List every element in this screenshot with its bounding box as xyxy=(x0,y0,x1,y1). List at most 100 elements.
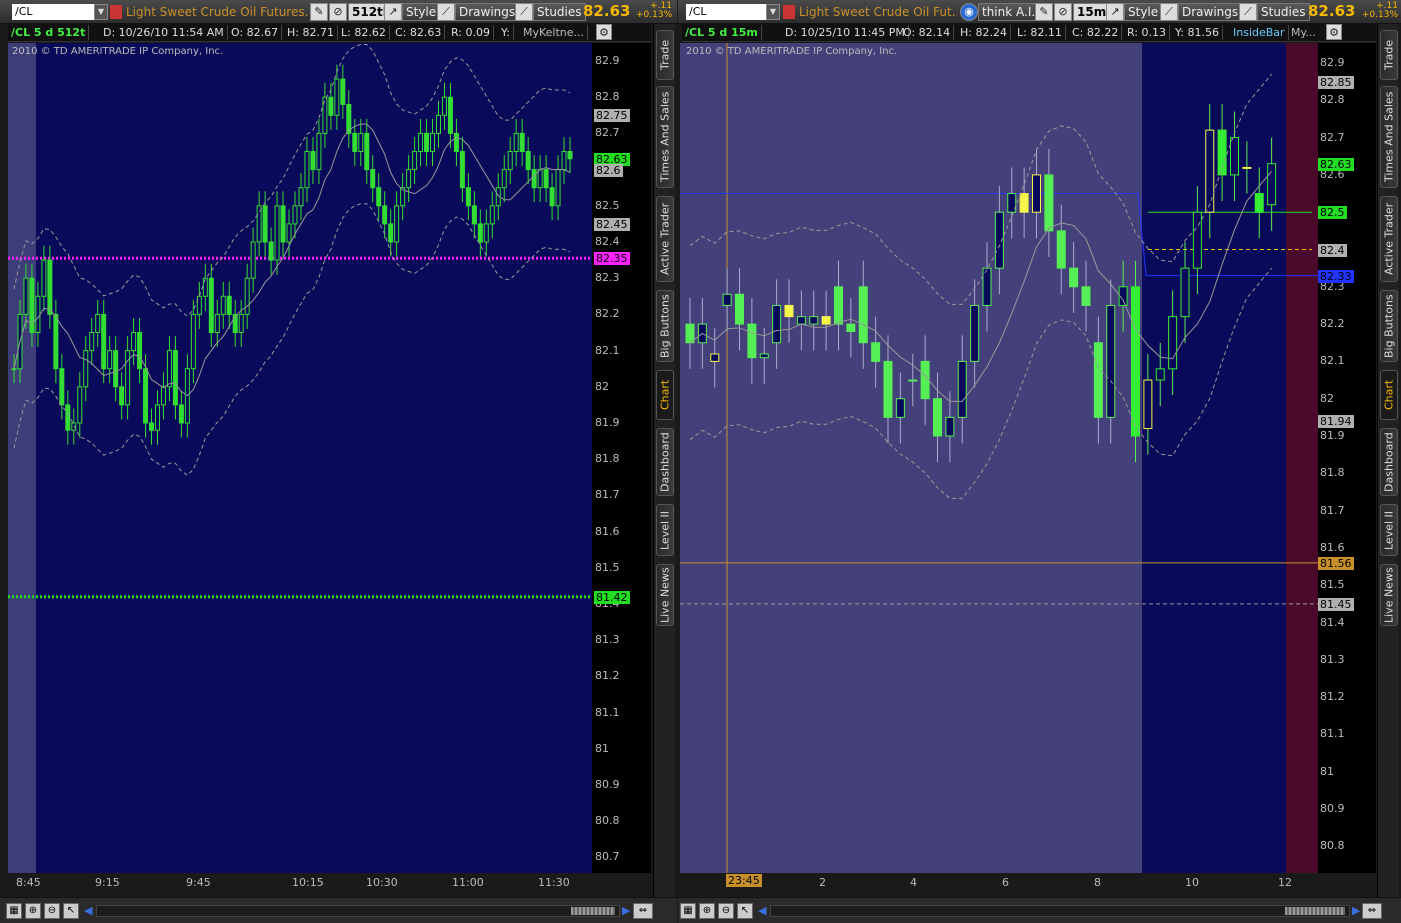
layout-icon[interactable]: ▦ xyxy=(680,903,696,919)
horizontal-scrollbar[interactable] xyxy=(96,905,620,917)
drawings-icon[interactable]: ⟋ xyxy=(1160,3,1178,21)
studies-icon[interactable]: ⟋ xyxy=(515,3,533,21)
expand-icon[interactable]: ⇔ xyxy=(633,903,653,919)
cursor-icon[interactable]: ↖ xyxy=(737,903,753,919)
studies-icon[interactable]: ⟋ xyxy=(1239,3,1257,21)
inside-bar-candle xyxy=(1143,379,1153,430)
bar-y: Y: 81.56 xyxy=(1172,25,1223,40)
price-marker-tag: 82.5 xyxy=(1318,206,1347,220)
candle-body xyxy=(178,404,184,424)
drawings-button[interactable]: Drawings xyxy=(1178,3,1243,21)
sidebar-tab-big-buttons[interactable]: Big Buttons xyxy=(1380,290,1398,362)
candle-body xyxy=(447,96,453,134)
link-icon[interactable] xyxy=(783,5,795,19)
candle-body xyxy=(149,422,155,431)
expand-icon[interactable]: ⇔ xyxy=(1362,903,1382,919)
zoom-out-icon[interactable]: ⊖ xyxy=(44,903,60,919)
style-button[interactable]: Style xyxy=(1124,3,1163,21)
scroll-thumb[interactable] xyxy=(571,907,615,915)
style-icon[interactable]: ↗ xyxy=(1106,3,1124,21)
drawings-icon[interactable]: ⟋ xyxy=(437,3,455,21)
link-icon[interactable] xyxy=(110,5,122,19)
layout-icon[interactable]: ▦ xyxy=(6,903,22,919)
zoom-out-icon[interactable]: ⊖ xyxy=(718,903,734,919)
magnet-icon[interactable]: ⊘ xyxy=(329,3,347,21)
price-change: +.11 +0.13% xyxy=(636,2,672,20)
right-chart-area[interactable] xyxy=(680,43,1376,873)
sidebar-tab-live-news[interactable]: Live News xyxy=(1380,564,1398,626)
sidebar-tab-dashboard[interactable]: Dashboard xyxy=(656,428,674,496)
sidebar-tab-dashboard[interactable]: Dashboard xyxy=(1380,428,1398,496)
candle-body xyxy=(131,332,137,352)
zoom-in-icon[interactable]: ⊕ xyxy=(25,903,41,919)
crosshair-icon[interactable]: ✎ xyxy=(1035,3,1053,21)
bar-y: Y: xyxy=(498,25,514,40)
sidebar-tab-active-trader[interactable]: Active Trader xyxy=(1380,196,1398,282)
candle-body xyxy=(735,293,744,325)
magnet-icon[interactable]: ⊘ xyxy=(1054,3,1072,21)
left-toolbar: /CL ▼ Light Sweet Crude Oil Futures... ✎… xyxy=(0,0,677,24)
chart-settings-icon[interactable]: ⚙ xyxy=(1326,24,1342,40)
sidebar-tab-big-buttons[interactable]: Big Buttons xyxy=(656,290,674,362)
left-chart-area[interactable] xyxy=(8,43,651,873)
symbol-input[interactable]: /CL xyxy=(686,4,766,20)
inside-bar-candle xyxy=(1205,129,1215,213)
study-label-insidebar[interactable]: InsideBar xyxy=(1230,25,1289,40)
sidebar-tab-trade[interactable]: Trade xyxy=(1380,30,1398,80)
chart-settings-icon[interactable]: ⚙ xyxy=(596,24,612,40)
symbol-dropdown-icon[interactable]: ▼ xyxy=(94,4,108,20)
sidebar-tab-times-and-sales[interactable]: Times And Sales xyxy=(656,86,674,188)
inside-bar-candle xyxy=(784,304,794,318)
price-axis-label: 80.8 xyxy=(1320,839,1345,853)
think-ai-button[interactable]: think A.I. xyxy=(978,3,1040,21)
cursor-icon[interactable]: ↖ xyxy=(63,903,79,919)
price-axis-label: 82.9 xyxy=(1320,56,1345,69)
study-label[interactable]: MyKeltne... xyxy=(520,25,589,40)
scroll-right-icon[interactable]: ▶ xyxy=(622,904,630,917)
candle-body xyxy=(430,132,436,153)
candle-body xyxy=(1069,267,1079,288)
price-axis-label: 81.9 xyxy=(595,416,620,429)
sidebar-tab-live-news[interactable]: Live News xyxy=(656,564,674,626)
price-axis-label: 82.3 xyxy=(595,271,620,285)
candle-body xyxy=(292,205,298,225)
style-button[interactable]: Style xyxy=(402,3,441,21)
candle-body xyxy=(280,205,286,243)
scroll-right-icon[interactable]: ▶ xyxy=(1352,904,1360,917)
style-icon[interactable]: ↗ xyxy=(384,3,402,21)
candle-body xyxy=(513,132,519,153)
horizontal-scrollbar[interactable] xyxy=(770,905,1350,917)
sidebar-tab-chart[interactable]: Chart xyxy=(656,370,674,420)
candle-body xyxy=(1131,286,1140,437)
drawings-button[interactable]: Drawings xyxy=(455,3,520,21)
price-change: +.11 +0.13% xyxy=(1360,2,1398,20)
sidebar-tab-times-and-sales[interactable]: Times And Sales xyxy=(1380,86,1398,188)
inside-bar-candle xyxy=(821,316,831,325)
scroll-thumb[interactable] xyxy=(1285,907,1345,915)
time-axis-label: 2 xyxy=(819,876,826,889)
crosshair-icon[interactable]: ✎ xyxy=(310,3,328,21)
studies-button[interactable]: Studies xyxy=(533,3,586,21)
study-label-2[interactable]: My... xyxy=(1288,25,1319,40)
thinkai-icon[interactable]: ◉ xyxy=(960,3,978,21)
time-axis-label: 11:30 xyxy=(538,876,570,889)
bar-open: O: 82.14 xyxy=(900,25,955,40)
studies-button[interactable]: Studies xyxy=(1257,3,1310,21)
symbol-input[interactable]: /CL xyxy=(12,4,94,20)
zoom-in-icon[interactable]: ⊕ xyxy=(699,903,715,919)
symbol-dropdown-icon[interactable]: ▼ xyxy=(766,4,780,20)
sidebar-tab-chart[interactable]: Chart xyxy=(1380,370,1398,420)
aggregation-button[interactable]: 15m xyxy=(1073,3,1111,21)
candle-body xyxy=(435,114,441,134)
extended-hours-shade xyxy=(8,43,36,873)
sidebar-tab-level-ii[interactable]: Level II xyxy=(656,504,674,556)
symbol-description: Light Sweet Crude Oil Fut... xyxy=(799,5,957,19)
sidebar-tab-active-trader[interactable]: Active Trader xyxy=(656,196,674,282)
sidebar-tab-level-ii[interactable]: Level II xyxy=(1380,504,1398,556)
scroll-left-icon[interactable]: ◀ xyxy=(84,904,92,917)
price-axis-label: 81.6 xyxy=(595,524,620,538)
candle-body xyxy=(459,151,465,189)
scroll-left-icon[interactable]: ◀ xyxy=(758,904,766,917)
right-bottom-bar: ▦ ⊕ ⊖ ↖ ◀ ▶ ⇔ xyxy=(678,897,1401,923)
sidebar-tab-trade[interactable]: Trade xyxy=(656,30,674,80)
